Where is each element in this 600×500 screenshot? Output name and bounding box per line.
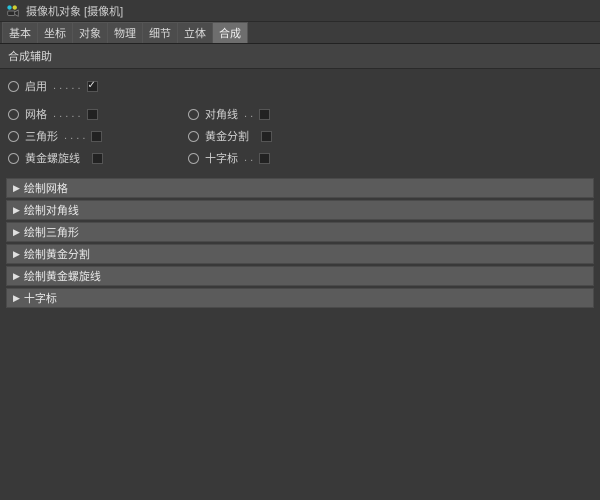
accordion-draw-golden-section[interactable]: ▶ 绘制黄金分割 — [6, 244, 594, 264]
tab-stereo[interactable]: 立体 — [177, 22, 213, 43]
accordion: ▶ 绘制网格 ▶ 绘制对角线 ▶ 绘制三角形 ▶ 绘制黄金分割 ▶ 绘制黄金螺旋… — [6, 178, 594, 308]
option-grid-checkbox[interactable] — [87, 109, 98, 120]
option-golden-spiral: 黄金螺旋线 — [0, 147, 180, 169]
anim-ring-icon[interactable] — [8, 109, 19, 120]
accordion-draw-diagonal[interactable]: ▶ 绘制对角线 — [6, 200, 594, 220]
enable-row: 启用 . . . . . — [0, 75, 600, 97]
accordion-label: 绘制黄金分割 — [24, 246, 90, 262]
anim-ring-icon[interactable] — [188, 109, 199, 120]
option-label: 对角线 — [205, 106, 238, 122]
section-header: 合成辅助 — [0, 44, 600, 69]
option-label: 黄金分割 — [205, 128, 249, 144]
chevron-right-icon: ▶ — [13, 293, 20, 304]
tab-composition[interactable]: 合成 — [212, 22, 248, 43]
chevron-right-icon: ▶ — [13, 227, 20, 238]
accordion-draw-triangle[interactable]: ▶ 绘制三角形 — [6, 222, 594, 242]
content-area: 启用 . . . . . 网格 . . . . . 对角线 . . 三角形 . … — [0, 69, 600, 312]
options-grid: 网格 . . . . . 对角线 . . 三角形 . . . . 黄金分割 黄金… — [0, 103, 600, 169]
anim-ring-icon[interactable] — [8, 131, 19, 142]
accordion-draw-grid[interactable]: ▶ 绘制网格 — [6, 178, 594, 198]
anim-ring-icon[interactable] — [8, 81, 19, 92]
option-dots: . . . . . — [53, 108, 81, 120]
option-label: 十字标 — [205, 150, 238, 166]
option-triangle-checkbox[interactable] — [91, 131, 102, 142]
tab-bar: 基本 坐标 对象 物理 细节 立体 合成 — [0, 22, 600, 44]
accordion-label: 绘制黄金螺旋线 — [24, 268, 101, 284]
chevron-right-icon: ▶ — [13, 249, 20, 260]
option-dots: . . — [244, 108, 253, 120]
option-dots: . . — [244, 152, 253, 164]
option-label: 黄金螺旋线 — [25, 150, 80, 166]
anim-ring-icon[interactable] — [8, 153, 19, 164]
window-title: 摄像机对象 [摄像机] — [26, 3, 123, 19]
option-crosshair: 十字标 . . — [180, 147, 360, 169]
accordion-label: 绘制三角形 — [24, 224, 79, 240]
option-label: 网格 — [25, 106, 47, 122]
chevron-right-icon: ▶ — [13, 183, 20, 194]
accordion-label: 绘制对角线 — [24, 202, 79, 218]
option-diagonal-checkbox[interactable] — [259, 109, 270, 120]
accordion-crosshair[interactable]: ▶ 十字标 — [6, 288, 594, 308]
accordion-draw-golden-spiral[interactable]: ▶ 绘制黄金螺旋线 — [6, 266, 594, 286]
tab-details[interactable]: 细节 — [142, 22, 178, 43]
enable-dots: . . . . . — [53, 80, 81, 92]
titlebar: 摄像机对象 [摄像机] — [0, 0, 600, 22]
option-golden-section-checkbox[interactable] — [261, 131, 272, 142]
tab-object[interactable]: 对象 — [72, 22, 108, 43]
option-crosshair-checkbox[interactable] — [259, 153, 270, 164]
tab-basic[interactable]: 基本 — [2, 22, 38, 43]
enable-checkbox[interactable] — [87, 81, 98, 92]
camera-icon — [6, 4, 20, 18]
option-triangle: 三角形 . . . . — [0, 125, 180, 147]
tab-coord[interactable]: 坐标 — [37, 22, 73, 43]
option-golden-spiral-checkbox[interactable] — [92, 153, 103, 164]
anim-ring-icon[interactable] — [188, 153, 199, 164]
accordion-label: 绘制网格 — [24, 180, 68, 196]
option-diagonal: 对角线 . . — [180, 103, 360, 125]
accordion-label: 十字标 — [24, 290, 57, 306]
tab-physics[interactable]: 物理 — [107, 22, 143, 43]
chevron-right-icon: ▶ — [13, 205, 20, 216]
option-dots: . . . . — [64, 130, 85, 142]
option-label: 三角形 — [25, 128, 58, 144]
anim-ring-icon[interactable] — [188, 131, 199, 142]
chevron-right-icon: ▶ — [13, 271, 20, 282]
option-golden-section: 黄金分割 — [180, 125, 360, 147]
option-grid: 网格 . . . . . — [0, 103, 180, 125]
enable-label: 启用 — [25, 78, 47, 94]
